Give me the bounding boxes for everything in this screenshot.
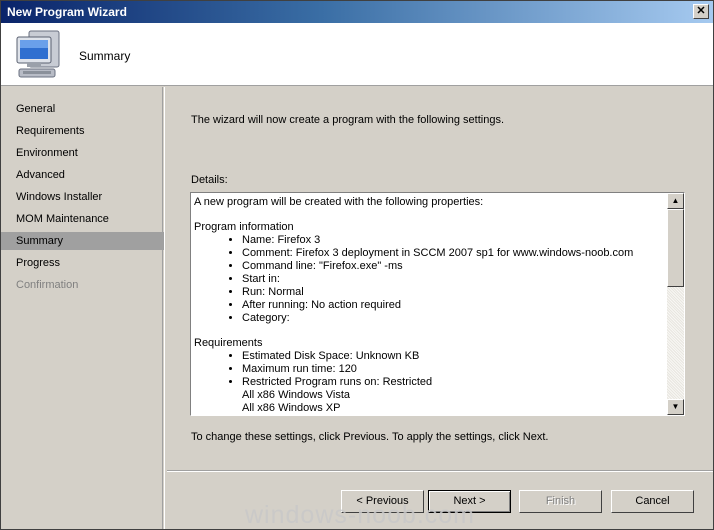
list-item: Maximum run time: 120 (242, 363, 665, 376)
requirements-heading: Requirements (194, 337, 263, 349)
program-info-heading: Program information (194, 221, 294, 233)
details-textbox[interactable]: A new program will be created with the f… (190, 192, 685, 416)
sidebar-item-windows-installer[interactable]: Windows Installer (1, 188, 164, 206)
details-scrollbar[interactable]: ▲ ▼ (667, 193, 684, 415)
apply-instructions: To change these settings, click Previous… (191, 431, 549, 443)
sidebar-item-advanced[interactable]: Advanced (1, 166, 164, 184)
sidebar-item-general[interactable]: General (1, 100, 164, 118)
sidebar-item-confirmation: Confirmation (16, 279, 79, 291)
list-item: Run: Normal (242, 286, 665, 299)
finish-button: Finish (519, 490, 602, 513)
sidebar-item-progress: Progress (16, 257, 61, 269)
scroll-thumb[interactable] (667, 209, 684, 287)
list-item: Start in: (242, 273, 665, 286)
program-info-list: Name: Firefox 3 Comment: Firefox 3 deplo… (242, 234, 665, 325)
list-item: Comment: Firefox 3 deployment in SCCM 20… (242, 247, 665, 260)
button-separator (167, 470, 713, 472)
details-label: Details: (191, 174, 228, 186)
list-item: Name: Firefox 3 (242, 234, 665, 247)
intro-text: The wizard will now create a program wit… (191, 114, 505, 126)
details-text[interactable]: A new program will be created with the f… (192, 194, 667, 414)
wizard-sidebar: General Requirements Environment Advance… (1, 87, 165, 529)
cancel-button[interactable]: Cancel (611, 490, 694, 513)
page-title: Summary (79, 49, 131, 63)
list-item: Command line: "Firefox.exe" -ms (242, 260, 665, 273)
requirements-list: Estimated Disk Space: Unknown KB Maximum… (242, 350, 665, 389)
scroll-down-arrow-icon[interactable]: ▼ (667, 399, 684, 415)
sidebar-item-environment[interactable]: Environment (1, 144, 164, 162)
details-intro-line: A new program will be created with the f… (194, 196, 484, 208)
watermark: windows-noob.com (245, 501, 475, 529)
list-item: Estimated Disk Space: Unknown KB (242, 350, 665, 363)
sidebar-item-summary[interactable]: Summary (1, 232, 164, 250)
wizard-header: Summary (1, 23, 713, 86)
wizard-content: The wizard will now create a program wit… (167, 87, 713, 529)
title-bar[interactable]: New Program Wizard ✕ (1, 1, 713, 23)
platform-item: All x86 Windows Vista (242, 389, 351, 401)
sidebar-item-mom-maintenance[interactable]: MOM Maintenance (1, 210, 164, 228)
list-item: After running: No action required (242, 299, 665, 312)
list-item: Restricted Program runs on: Restricted (242, 376, 665, 389)
sidebar-item-requirements[interactable]: Requirements (1, 122, 164, 140)
platform-item: All x86 Windows XP (242, 402, 341, 414)
computer-icon (16, 30, 60, 78)
window-title: New Program Wizard (7, 5, 127, 19)
wizard-window: New Program Wizard ✕ Summary General Req… (0, 0, 714, 530)
close-icon[interactable]: ✕ (693, 4, 709, 19)
list-item: Category: (242, 312, 665, 325)
scroll-up-arrow-icon[interactable]: ▲ (667, 193, 684, 209)
